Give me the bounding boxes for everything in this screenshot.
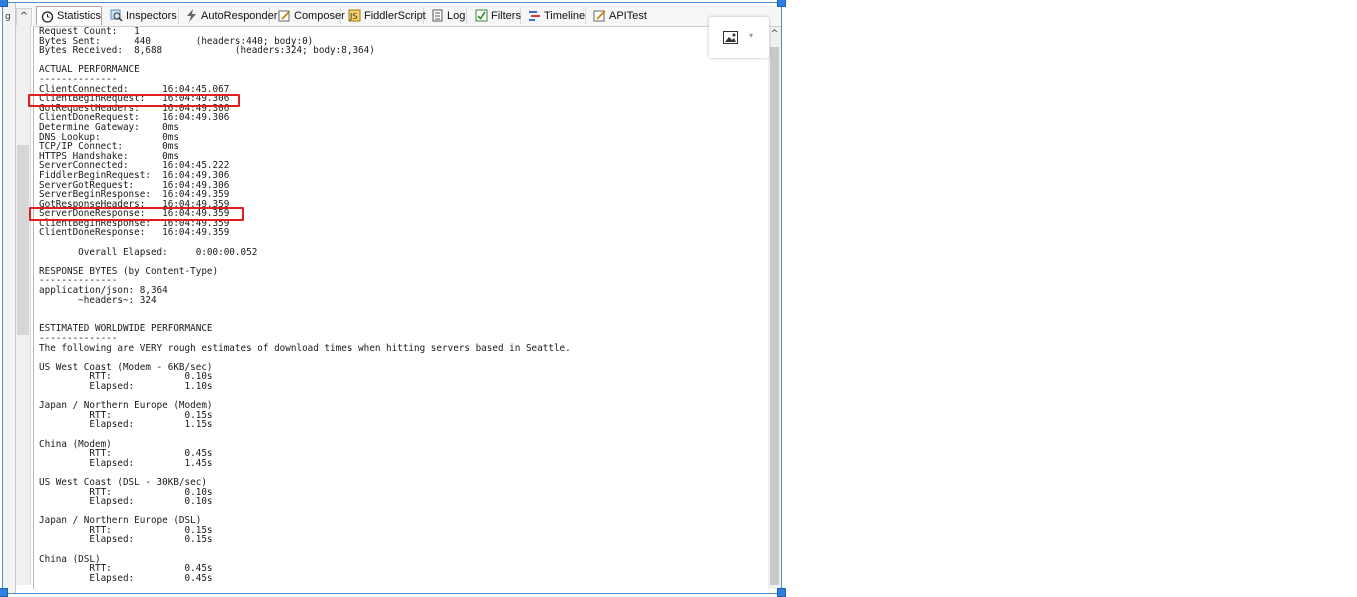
image-tool-button[interactable]: ▾ [709, 17, 769, 58]
collapse-up-button[interactable]: ^ [16, 8, 32, 26]
tab-apitest[interactable]: APITest [589, 7, 649, 24]
vertical-scrollbar[interactable]: ^ [768, 27, 781, 589]
tab-label: FiddlerScript [364, 9, 426, 22]
tab-inspectors[interactable]: Inspectors [106, 7, 179, 24]
tab-fiddlerscript[interactable]: JS FiddlerScript [344, 7, 426, 24]
tab-label: Composer [294, 9, 345, 22]
stopwatch-icon [41, 10, 54, 23]
tab-bar: Statistics Inspectors AutoResponder Comp… [33, 6, 781, 27]
outer-scrollbar-thumb[interactable] [17, 145, 29, 335]
edit-icon [593, 9, 606, 22]
chevron-down-icon[interactable]: ▾ [749, 31, 753, 40]
statistics-text: Request Count: 1 Bytes Sent: 440 (header… [39, 26, 571, 584]
image-icon [723, 29, 738, 44]
tab-autoresponder[interactable]: AutoResponder [181, 7, 277, 24]
left-strip-glyph: g [5, 12, 11, 22]
pencil-form-icon [278, 9, 291, 22]
document-icon [431, 9, 444, 22]
script-icon: JS [348, 9, 361, 22]
highlight-client-begin-request [28, 94, 240, 107]
fiddler-panel: g ^ Statistics Inspectors AutoResponder … [2, 2, 782, 594]
timeline-icon [528, 9, 541, 22]
tab-label: APITest [609, 9, 647, 22]
tab-label: Timeline [544, 9, 586, 22]
lightning-icon [185, 9, 198, 22]
highlight-server-done-response [29, 207, 244, 221]
left-splitter-strip[interactable]: g [3, 3, 16, 593]
svg-text:JS: JS [349, 12, 357, 21]
tab-filters[interactable]: Filters [471, 7, 521, 24]
tab-label: Statistics [57, 10, 102, 22]
tab-label: AutoResponder [201, 9, 278, 22]
tab-composer[interactable]: Composer [274, 7, 345, 24]
tab-label: Filters [491, 9, 521, 22]
outer-scrollbar[interactable] [16, 25, 31, 585]
tab-label: Inspectors [126, 9, 177, 22]
selection-handle-top-right[interactable] [777, 0, 786, 7]
tab-log[interactable]: Log [427, 7, 467, 24]
tab-statistics[interactable]: Statistics [36, 6, 102, 25]
tab-timeline[interactable]: Timeline [524, 7, 586, 24]
selection-handle-top-left[interactable] [0, 0, 8, 7]
tab-label: Log [447, 9, 466, 22]
checkbox-icon [475, 9, 488, 22]
scrollbar-thumb[interactable] [770, 47, 779, 585]
magnifier-icon [110, 9, 123, 22]
scroll-up-arrow[interactable]: ^ [769, 29, 780, 41]
statistics-pane: Request Count: 1 Bytes Sent: 440 (header… [28, 26, 767, 589]
